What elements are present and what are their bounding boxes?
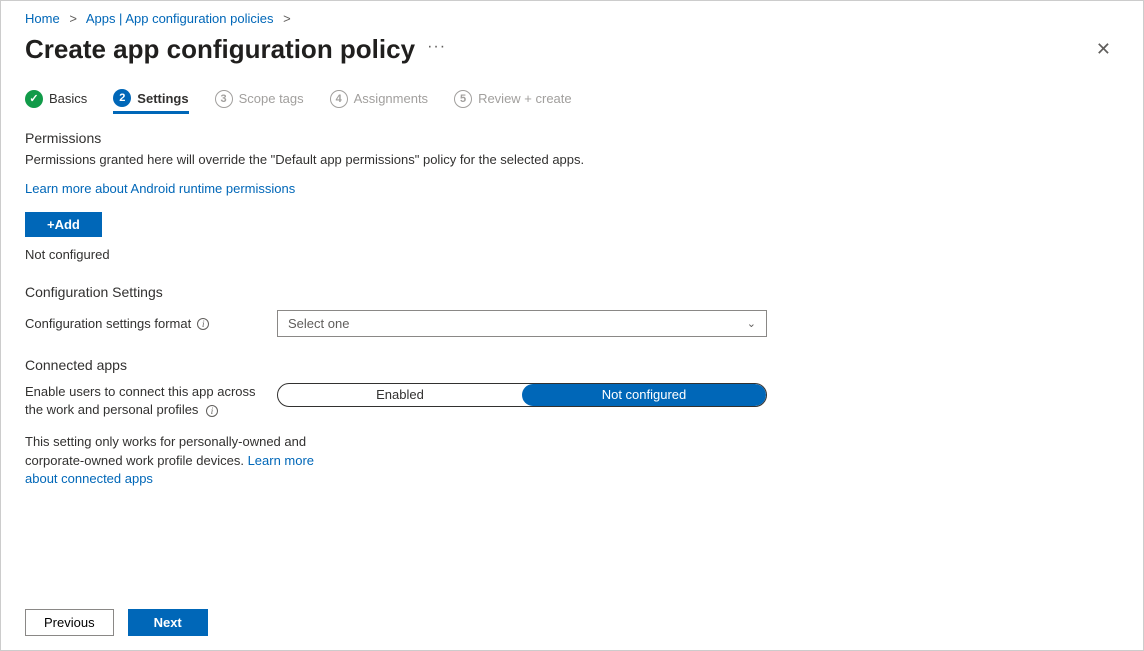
- connected-apps-heading: Connected apps: [25, 357, 1119, 373]
- info-icon[interactable]: i: [206, 405, 218, 417]
- previous-button[interactable]: Previous: [25, 609, 114, 636]
- tab-scope-tags[interactable]: 3 Scope tags: [215, 90, 304, 114]
- tab-label: Review + create: [478, 91, 572, 106]
- chevron-right-icon: >: [283, 11, 291, 26]
- config-settings-heading: Configuration Settings: [25, 284, 1119, 300]
- more-icon[interactable]: ···: [427, 38, 446, 56]
- info-icon[interactable]: i: [197, 318, 209, 330]
- step-number-icon: 5: [454, 90, 472, 108]
- connected-apps-note: This setting only works for personally-o…: [25, 433, 335, 488]
- close-icon[interactable]: ✕: [1088, 35, 1119, 64]
- tab-label: Settings: [137, 91, 188, 106]
- tab-basics[interactable]: ✓ Basics: [25, 90, 87, 114]
- step-number-icon: 3: [215, 90, 233, 108]
- next-button[interactable]: Next: [128, 609, 208, 636]
- breadcrumb-apps[interactable]: Apps | App configuration policies: [86, 11, 274, 26]
- connected-apps-toggle[interactable]: Enabled Not configured: [277, 383, 767, 407]
- tab-review-create[interactable]: 5 Review + create: [454, 90, 572, 114]
- tab-label: Scope tags: [239, 91, 304, 106]
- step-number-icon: 2: [113, 89, 131, 107]
- learn-permissions-link[interactable]: Learn more about Android runtime permiss…: [25, 181, 295, 196]
- step-number-icon: 4: [330, 90, 348, 108]
- breadcrumb-home[interactable]: Home: [25, 11, 60, 26]
- tab-assignments[interactable]: 4 Assignments: [330, 90, 428, 114]
- tab-label: Assignments: [354, 91, 428, 106]
- config-format-select[interactable]: Select one ⌄: [277, 310, 767, 337]
- toggle-not-configured[interactable]: Not configured: [522, 384, 766, 406]
- select-placeholder: Select one: [288, 316, 349, 331]
- connected-apps-label: Enable users to connect this app across …: [25, 383, 277, 419]
- wizard-tabs: ✓ Basics 2 Settings 3 Scope tags 4 Assig…: [25, 89, 1119, 114]
- footer-buttons: Previous Next: [1, 595, 1143, 650]
- add-button[interactable]: +Add: [25, 212, 102, 237]
- toggle-enabled[interactable]: Enabled: [278, 384, 522, 406]
- tab-label: Basics: [49, 91, 87, 106]
- breadcrumb: Home > Apps | App configuration policies…: [25, 11, 1119, 26]
- chevron-right-icon: >: [69, 11, 77, 26]
- permissions-status: Not configured: [25, 247, 1119, 262]
- page-title: Create app configuration policy: [25, 34, 415, 65]
- permissions-heading: Permissions: [25, 130, 1119, 146]
- permissions-desc: Permissions granted here will override t…: [25, 152, 1119, 167]
- tab-settings[interactable]: 2 Settings: [113, 89, 188, 114]
- config-format-label: Configuration settings format i: [25, 316, 277, 331]
- chevron-down-icon: ⌄: [747, 317, 756, 330]
- check-icon: ✓: [25, 90, 43, 108]
